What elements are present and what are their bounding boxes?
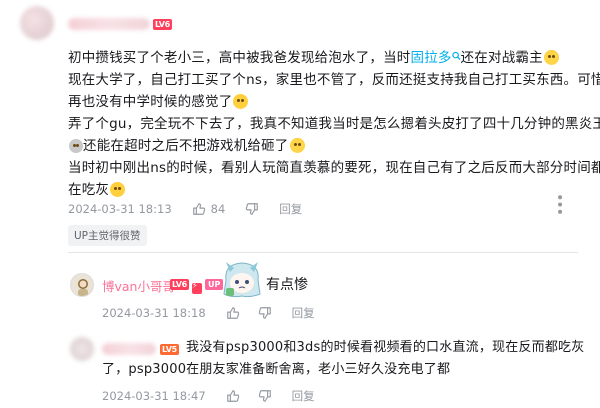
comment-line: 弄了个gu，完全玩不下去了，我真不知道我当时是怎么摁着头皮打了四十几分钟的黑炎王 [68, 116, 600, 132]
comment-body: 初中攒钱买了个老小三，高中被我爸发现给泡水了，当时固拉多 还在对战霸主 现在大学了… [68, 47, 600, 201]
dizzy-emoji-icon [69, 139, 83, 153]
comment-meta: 2024-03-31 18:13 84 回复 [68, 201, 302, 217]
more-icon[interactable]: ••• [551, 193, 567, 215]
laugh-cry-emoji-icon [543, 50, 559, 65]
reply-line: 我没有psp3000和3ds的时候看视频看的口水直流，现在反而都吃灰 [186, 340, 585, 355]
comment-date: 2024-03-31 18:47 [102, 389, 206, 403]
dislike-icon[interactable] [245, 202, 259, 216]
avatar[interactable] [70, 273, 94, 297]
avatar[interactable] [20, 6, 54, 40]
cry-emoji-icon [110, 182, 126, 197]
username-blurred[interactable] [68, 18, 150, 30]
like-button[interactable]: 84 [192, 202, 226, 216]
reply-line: 了，psp3000在朋友家准备断舍离，老小三好久没充电了都 [102, 362, 451, 377]
reply-button[interactable]: 回复 [279, 201, 302, 217]
comment-date: 2024-03-31 18:18 [102, 306, 206, 320]
dislike-icon[interactable] [258, 306, 272, 320]
up-liked-tag: UP主觉得很赞 [68, 225, 147, 246]
sticker-icon [223, 262, 261, 298]
like-icon[interactable] [226, 389, 240, 403]
comment-line: 再也没有中学时候的感觉了 [68, 91, 588, 113]
comment-date: 2024-03-31 18:13 [68, 202, 172, 216]
level-badge: LV6 [153, 19, 172, 30]
divider [68, 252, 578, 253]
keyword-link[interactable]: 固拉多 [411, 50, 452, 66]
comment-line: 现在大学了，自己打工买了个ns，家里也不管了，反而还挺支持我自己打工买东西。可惜 [68, 72, 600, 88]
comment-line: 还能在超时之后不把游戏机给砸了 [68, 135, 588, 157]
level-badge: LV6 [170, 279, 189, 290]
comment-meta: 2024-03-31 18:18 回复 [102, 305, 315, 321]
like-count: 84 [210, 202, 226, 216]
reply-text: 有点惨 [266, 277, 308, 293]
like-icon[interactable] [226, 306, 240, 320]
avatar[interactable] [70, 337, 94, 361]
reply-body: 我没有psp3000和3ds的时候看视频看的口水直流，现在反而都吃灰 了，psp… [102, 337, 592, 381]
like-icon [192, 203, 205, 215]
comment-line: 在吃灰 [68, 179, 588, 201]
comment-line: 当时初中刚出ns的时候，看别人玩简直羡慕的要死，现在自己有了之后反而大部分时间都 [68, 160, 600, 176]
comment-meta: 2024-03-31 18:47 回复 [102, 388, 315, 404]
comment-line: 初中攒钱买了个老小三，高中被我爸发现给泡水了，当时固拉多 还在对战霸主 [68, 47, 588, 69]
reply-button[interactable]: 回复 [292, 305, 315, 321]
dislike-icon[interactable] [258, 389, 272, 403]
reply-button[interactable]: 回复 [292, 388, 315, 404]
search-link-icon[interactable] [451, 51, 461, 61]
avatar-figure-icon [78, 279, 88, 296]
laugh-cry-emoji-icon [289, 138, 305, 153]
sticker-image [220, 258, 264, 302]
cry-emoji-icon [233, 94, 249, 109]
username[interactable]: 博van小哥哥 [102, 276, 175, 295]
bolt-badge-icon [192, 281, 202, 294]
